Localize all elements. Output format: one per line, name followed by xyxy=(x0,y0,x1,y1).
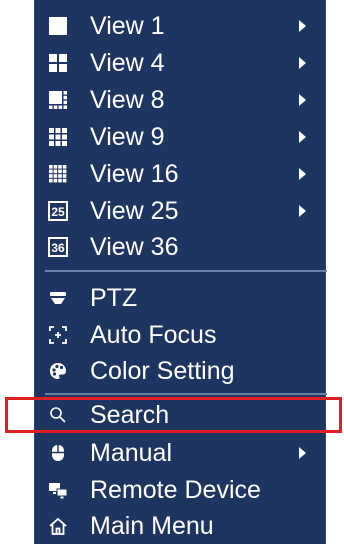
search-icon xyxy=(47,404,69,426)
view-1-icon xyxy=(47,15,69,37)
submenu-arrow-icon xyxy=(299,57,306,69)
menu-item-label: View 25 xyxy=(90,197,179,225)
menu-item-remote-device[interactable]: Remote Device xyxy=(35,472,327,508)
mouse-icon xyxy=(47,442,69,464)
menu-item-view-25[interactable]: 25 View 25 xyxy=(35,193,327,229)
view-4-icon xyxy=(47,52,69,74)
submenu-arrow-icon xyxy=(299,20,306,32)
menu-divider xyxy=(45,270,327,272)
menu-item-color-setting[interactable]: Color Setting xyxy=(35,353,327,389)
menu-item-label: View 4 xyxy=(90,49,165,77)
menu-item-label: View 9 xyxy=(90,123,165,151)
submenu-arrow-icon xyxy=(299,447,306,459)
view-36-icon: 36 xyxy=(47,236,69,258)
menu-item-label: Search xyxy=(90,401,170,429)
menu-item-label: View 1 xyxy=(90,12,165,40)
view-8-icon xyxy=(47,89,69,111)
menu-item-label: Auto Focus xyxy=(90,321,217,349)
menu-item-view-36[interactable]: 36 View 36 xyxy=(35,229,327,265)
menu-item-label: View 8 xyxy=(90,86,165,114)
menu-item-label: Main Menu xyxy=(90,512,214,540)
menu-item-view-4[interactable]: View 4 xyxy=(35,45,327,81)
submenu-arrow-icon xyxy=(299,205,306,217)
auto-focus-icon xyxy=(47,324,69,346)
home-icon xyxy=(47,515,69,537)
menu-divider xyxy=(45,393,327,395)
submenu-arrow-icon xyxy=(299,168,306,180)
svg-text:25: 25 xyxy=(51,205,65,219)
submenu-arrow-icon xyxy=(299,94,306,106)
menu-item-label: PTZ xyxy=(90,284,138,312)
remote-device-icon xyxy=(47,479,69,501)
menu-item-view-8[interactable]: View 8 xyxy=(35,82,327,118)
menu-item-ptz[interactable]: PTZ xyxy=(35,280,327,316)
menu-item-label: View 36 xyxy=(90,233,179,261)
context-menu: View 1 View 4 View 8 View 9 View 16 25 V… xyxy=(34,0,327,544)
menu-item-label: Manual xyxy=(90,439,172,467)
menu-item-label: Remote Device xyxy=(90,476,261,504)
color-palette-icon xyxy=(47,360,69,382)
menu-item-label: Color Setting xyxy=(90,357,235,385)
menu-item-main-menu[interactable]: Main Menu xyxy=(35,508,327,544)
view-25-icon: 25 xyxy=(47,200,69,222)
menu-item-search[interactable]: Search xyxy=(35,397,327,433)
menu-item-auto-focus[interactable]: Auto Focus xyxy=(35,317,327,353)
submenu-arrow-icon xyxy=(299,131,306,143)
ptz-icon xyxy=(47,287,69,309)
menu-item-manual[interactable]: Manual xyxy=(35,435,327,471)
menu-item-label: View 16 xyxy=(90,160,179,188)
menu-item-view-1[interactable]: View 1 xyxy=(35,8,327,44)
view-16-icon xyxy=(47,163,69,185)
menu-item-view-9[interactable]: View 9 xyxy=(35,119,327,155)
menu-item-view-16[interactable]: View 16 xyxy=(35,156,327,192)
view-9-icon xyxy=(47,126,69,148)
svg-text:36: 36 xyxy=(51,241,65,255)
